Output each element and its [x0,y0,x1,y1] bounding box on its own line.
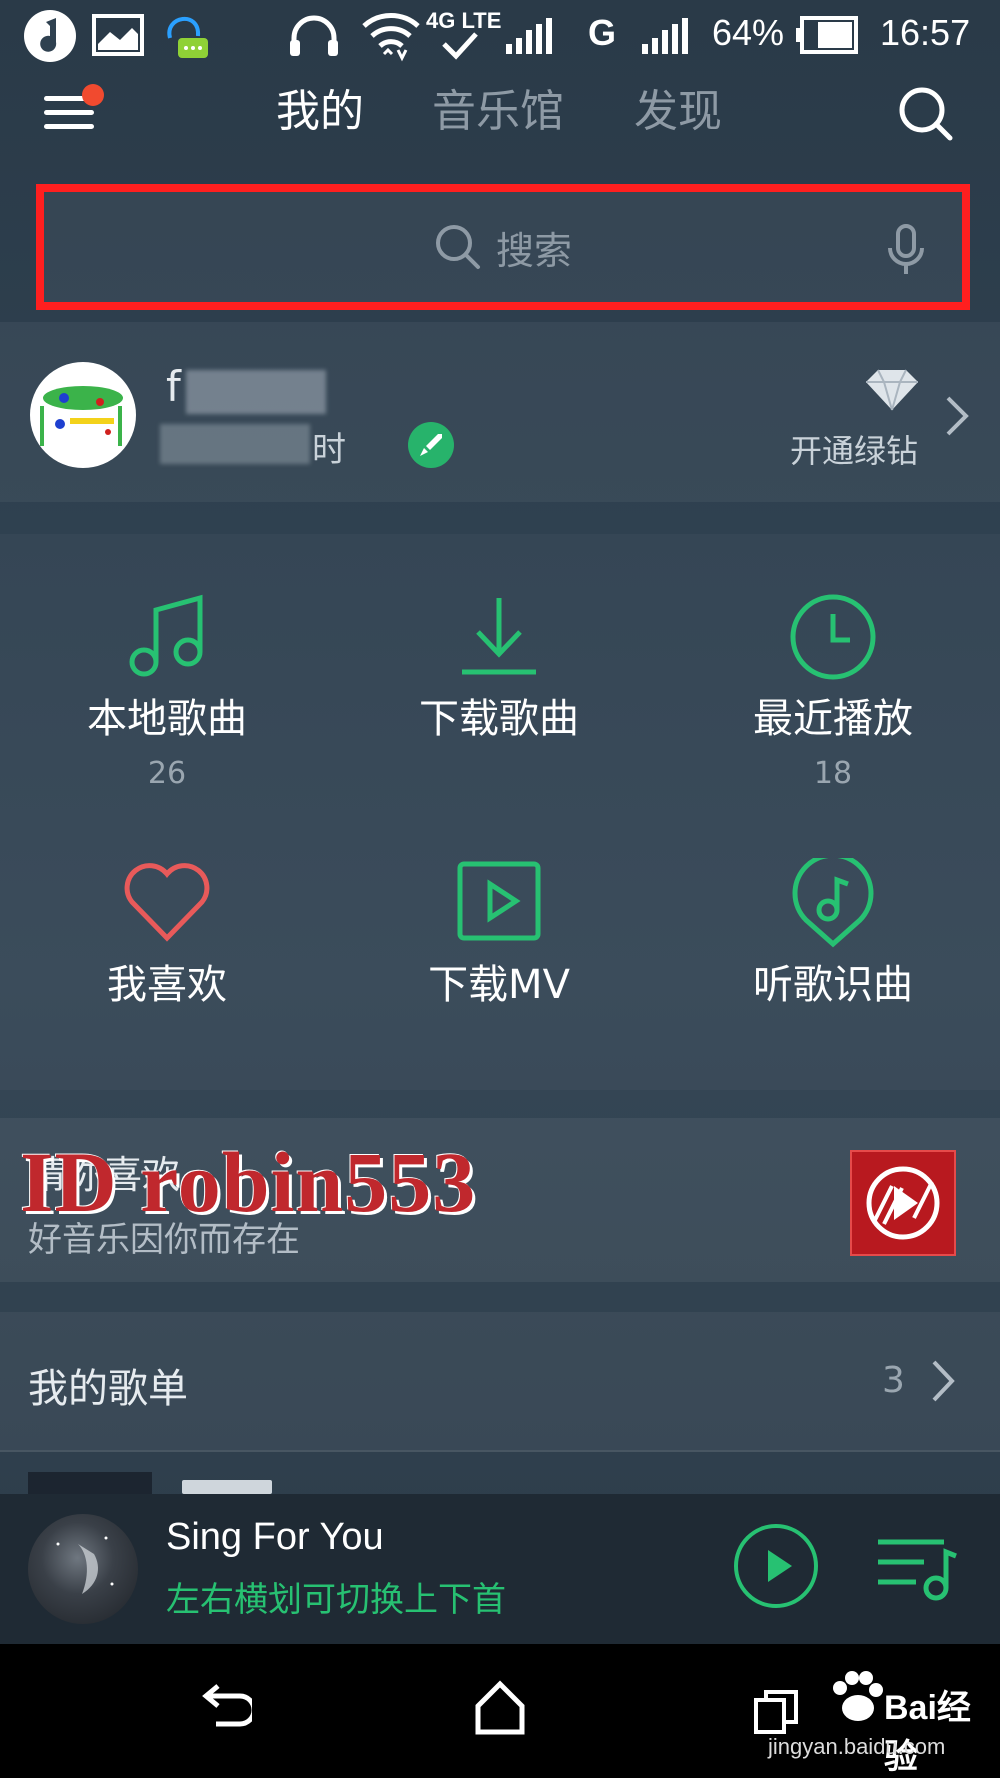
play-circle-icon [866,1166,940,1240]
tab-music-hall[interactable]: 音乐馆 [432,84,564,140]
avatar[interactable] [30,362,136,468]
wifi-icon [362,13,420,62]
clock-time: 16:57 [880,12,971,53]
avatar-image [40,386,123,446]
redacted-username [186,370,326,414]
my-playlists-title: 我的歌单 [28,1366,188,1412]
search-placeholder: 搜索 [495,228,572,273]
swipe-hint: 左右横划可切换上下首 [166,1580,506,1620]
grid-item-label: 本地歌曲 [87,696,247,742]
grid-item-download-mv[interactable]: 下载MV [334,858,664,1010]
rocket-icon [408,422,454,468]
notification-dot [82,84,104,106]
video-play-icon [457,861,541,941]
divider [0,1450,1000,1452]
grid-item-label: 下载歌曲 [419,696,579,742]
song-title: Sing For You [166,1516,384,1558]
grid-item-local-songs[interactable]: 本地歌曲 26 [2,592,332,791]
chat-notification-icon [167,17,208,58]
open-green-diamond-label[interactable]: 开通绿钻 [790,426,918,472]
baidu-paw-logo [833,1671,883,1721]
baidu-jingyan-brand: Bai经验 [884,1689,971,1776]
status-bar: 4G LTE G 64% 16:57 [0,0,1000,72]
search-bar[interactable]: 搜索 [36,184,970,310]
grid-item-recent-plays[interactable]: 最近播放 18 [668,592,998,791]
mini-player[interactable] [0,1494,1000,1644]
redacted-listen-time [160,424,310,464]
profile-row[interactable] [0,322,1000,502]
tab-discover[interactable]: 发现 [634,84,722,140]
battery-percent: 64% [712,12,785,53]
grid-item-downloaded-songs[interactable]: 下载歌曲 [334,592,664,756]
grid-item-label: 下载MV [428,962,570,1008]
chevron-right-icon[interactable] [930,1358,958,1404]
battery-icon [796,16,858,54]
username: f [166,362,181,411]
home-icon[interactable] [474,1680,526,1736]
image-icon [92,14,144,56]
grid-item-label: 听歌识曲 [753,962,913,1008]
carrier-g-label: G [588,12,617,53]
guess-thumbnail[interactable] [850,1150,956,1256]
microphone-icon[interactable] [886,224,926,276]
menu-button[interactable] [40,84,104,140]
back-icon[interactable] [196,1682,252,1734]
diamond-icon [866,369,918,411]
play-icon [768,1550,792,1582]
clock-icon [790,594,876,680]
album-art-image [56,1536,114,1594]
download-icon [462,598,536,675]
grid-item-count: 18 [813,756,853,791]
signal-bars-icon [506,18,552,54]
my-playlists-count: 3 [882,1360,905,1401]
tab-mine[interactable]: 我的 [276,84,364,140]
playlist-queue-icon[interactable] [874,1532,960,1602]
grid-item-label: 我喜欢 [107,962,227,1008]
chevron-right-icon[interactable] [944,394,972,438]
id-watermark: ID robin553 [20,1134,477,1230]
search-icon[interactable] [896,84,956,144]
music-note-icon [129,594,203,677]
grid-item-favorites[interactable]: 我喜欢 [2,858,332,1010]
recents-icon[interactable] [752,1688,800,1736]
heart-icon [124,863,210,942]
album-cover[interactable] [28,1514,138,1624]
grid-item-count: 26 [147,756,187,791]
signal-bars-2-icon [642,18,688,54]
checkmark-icon [442,32,478,60]
search-bar-icon [435,225,480,269]
play-button[interactable] [734,1524,818,1608]
playlist-name-peek [182,1480,272,1494]
grid-item-identify-song[interactable]: 听歌识曲 [668,852,998,1010]
listen-time-label: 时 [312,430,346,470]
baidu-jingyan-url: jingyan.baidu.com [768,1734,946,1759]
playlist-cover-peek [28,1472,152,1494]
qq-music-app-icon [24,10,76,62]
grid-item-label: 最近播放 [753,696,913,742]
music-recognize-icon [792,852,874,948]
headphones-icon [290,15,338,56]
